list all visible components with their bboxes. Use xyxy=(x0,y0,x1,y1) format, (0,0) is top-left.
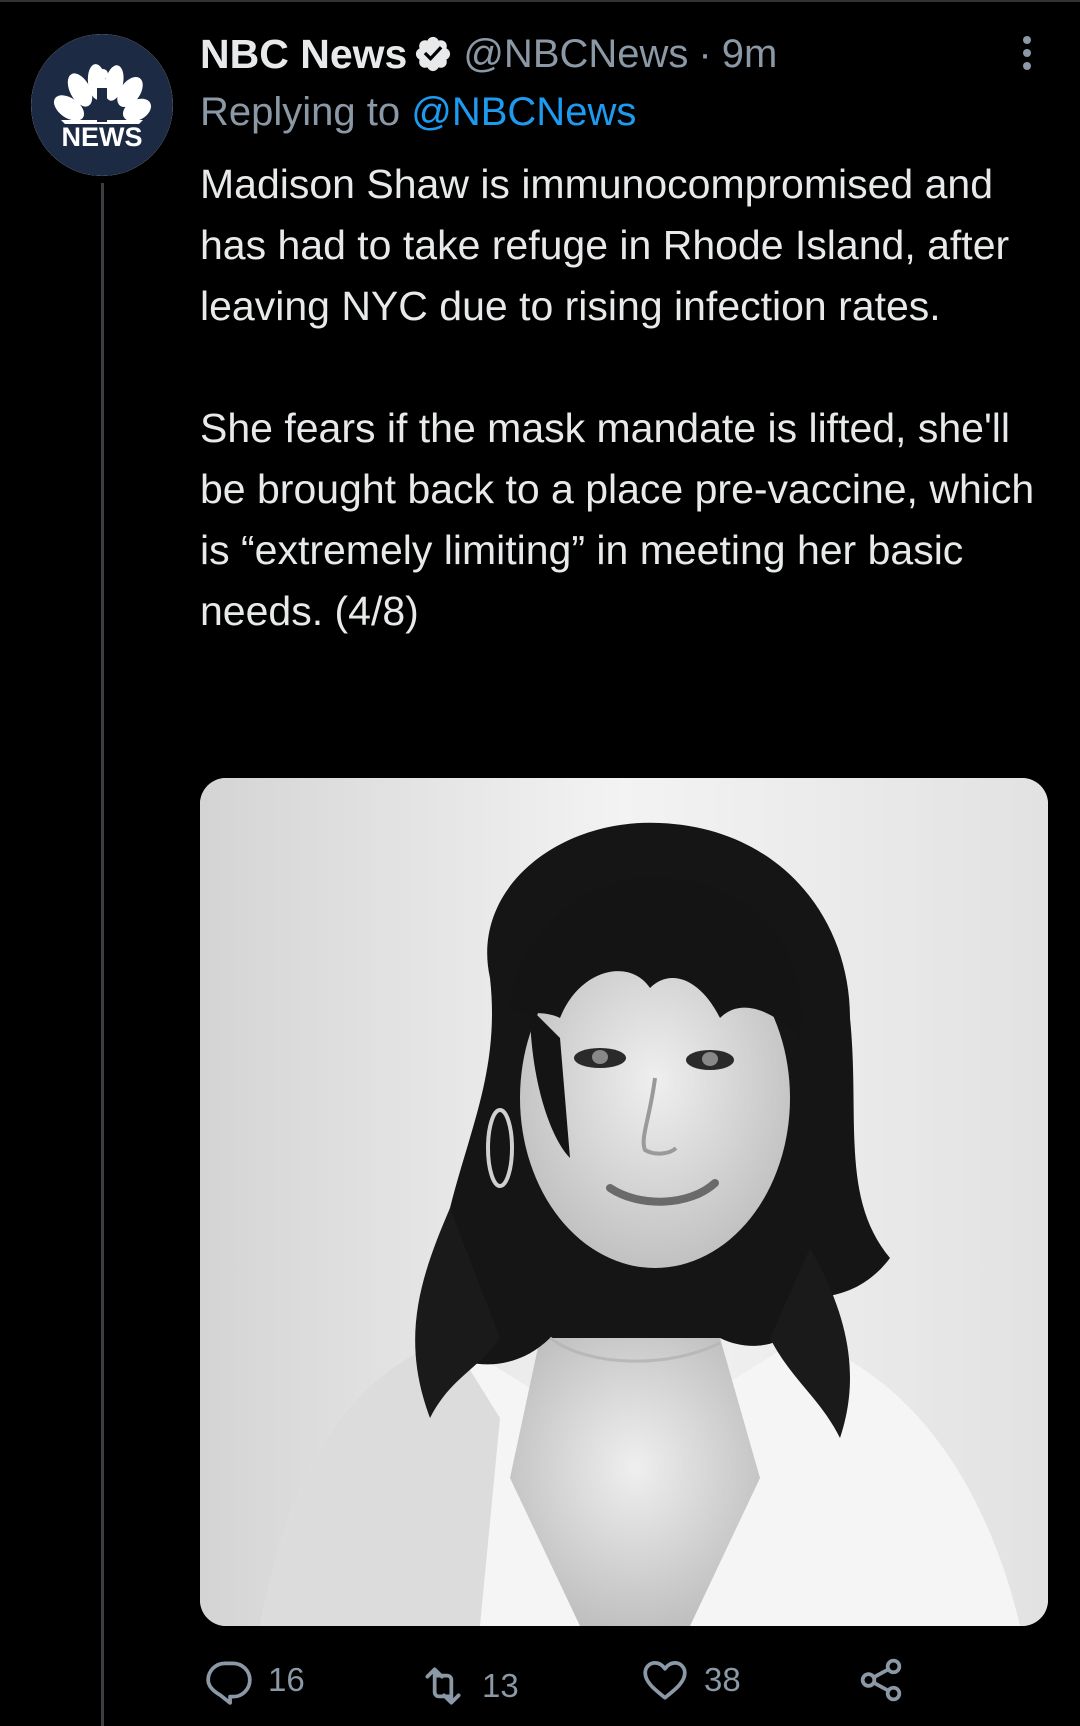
user-handle[interactable]: @NBCNews xyxy=(463,32,688,77)
display-name[interactable]: NBC News xyxy=(200,31,407,78)
reply-icon xyxy=(206,1661,252,1705)
tweet-text: Madison Shaw is immunocompromised and ha… xyxy=(200,154,1050,642)
top-divider xyxy=(0,0,1080,2)
verified-badge-icon xyxy=(413,34,453,74)
retweet-count: 13 xyxy=(482,1667,519,1704)
tweet-action-bar: 16 13 38 xyxy=(0,1650,1080,1712)
nbc-peacock-logo: NEWS xyxy=(31,34,173,176)
timestamp[interactable]: 9m xyxy=(722,32,778,77)
retweet-icon xyxy=(425,1667,461,1705)
share-button[interactable] xyxy=(856,1650,920,1710)
retweet-button[interactable]: 13 xyxy=(418,1656,519,1716)
reply-button[interactable]: 16 xyxy=(204,1650,305,1710)
separator-dot: · xyxy=(698,31,712,76)
avatar-logo-text: NEWS xyxy=(62,122,143,152)
like-button[interactable]: 38 xyxy=(640,1650,741,1710)
avatar[interactable]: NEWS xyxy=(31,34,173,176)
share-icon xyxy=(860,1658,902,1702)
like-count: 38 xyxy=(704,1661,741,1698)
thread-connector-line xyxy=(101,183,104,1726)
tweet-header: NBC News @NBCNews · 9m xyxy=(200,26,777,82)
tweet-paragraph-2: She fears if the mask mandate is lifted,… xyxy=(200,405,1035,634)
heart-icon xyxy=(643,1661,687,1700)
portrait-photo xyxy=(200,778,1048,1626)
reply-count: 16 xyxy=(268,1661,305,1698)
tweet-paragraph-1: Madison Shaw is immunocompromised and ha… xyxy=(200,161,1010,329)
replying-to-mention-link[interactable]: @NBCNews xyxy=(411,90,636,134)
more-options-icon[interactable] xyxy=(1014,35,1040,71)
tweet-photo[interactable] xyxy=(200,778,1048,1626)
replying-to: Replying to @NBCNews xyxy=(200,90,636,135)
replying-to-label: Replying to xyxy=(200,90,401,134)
